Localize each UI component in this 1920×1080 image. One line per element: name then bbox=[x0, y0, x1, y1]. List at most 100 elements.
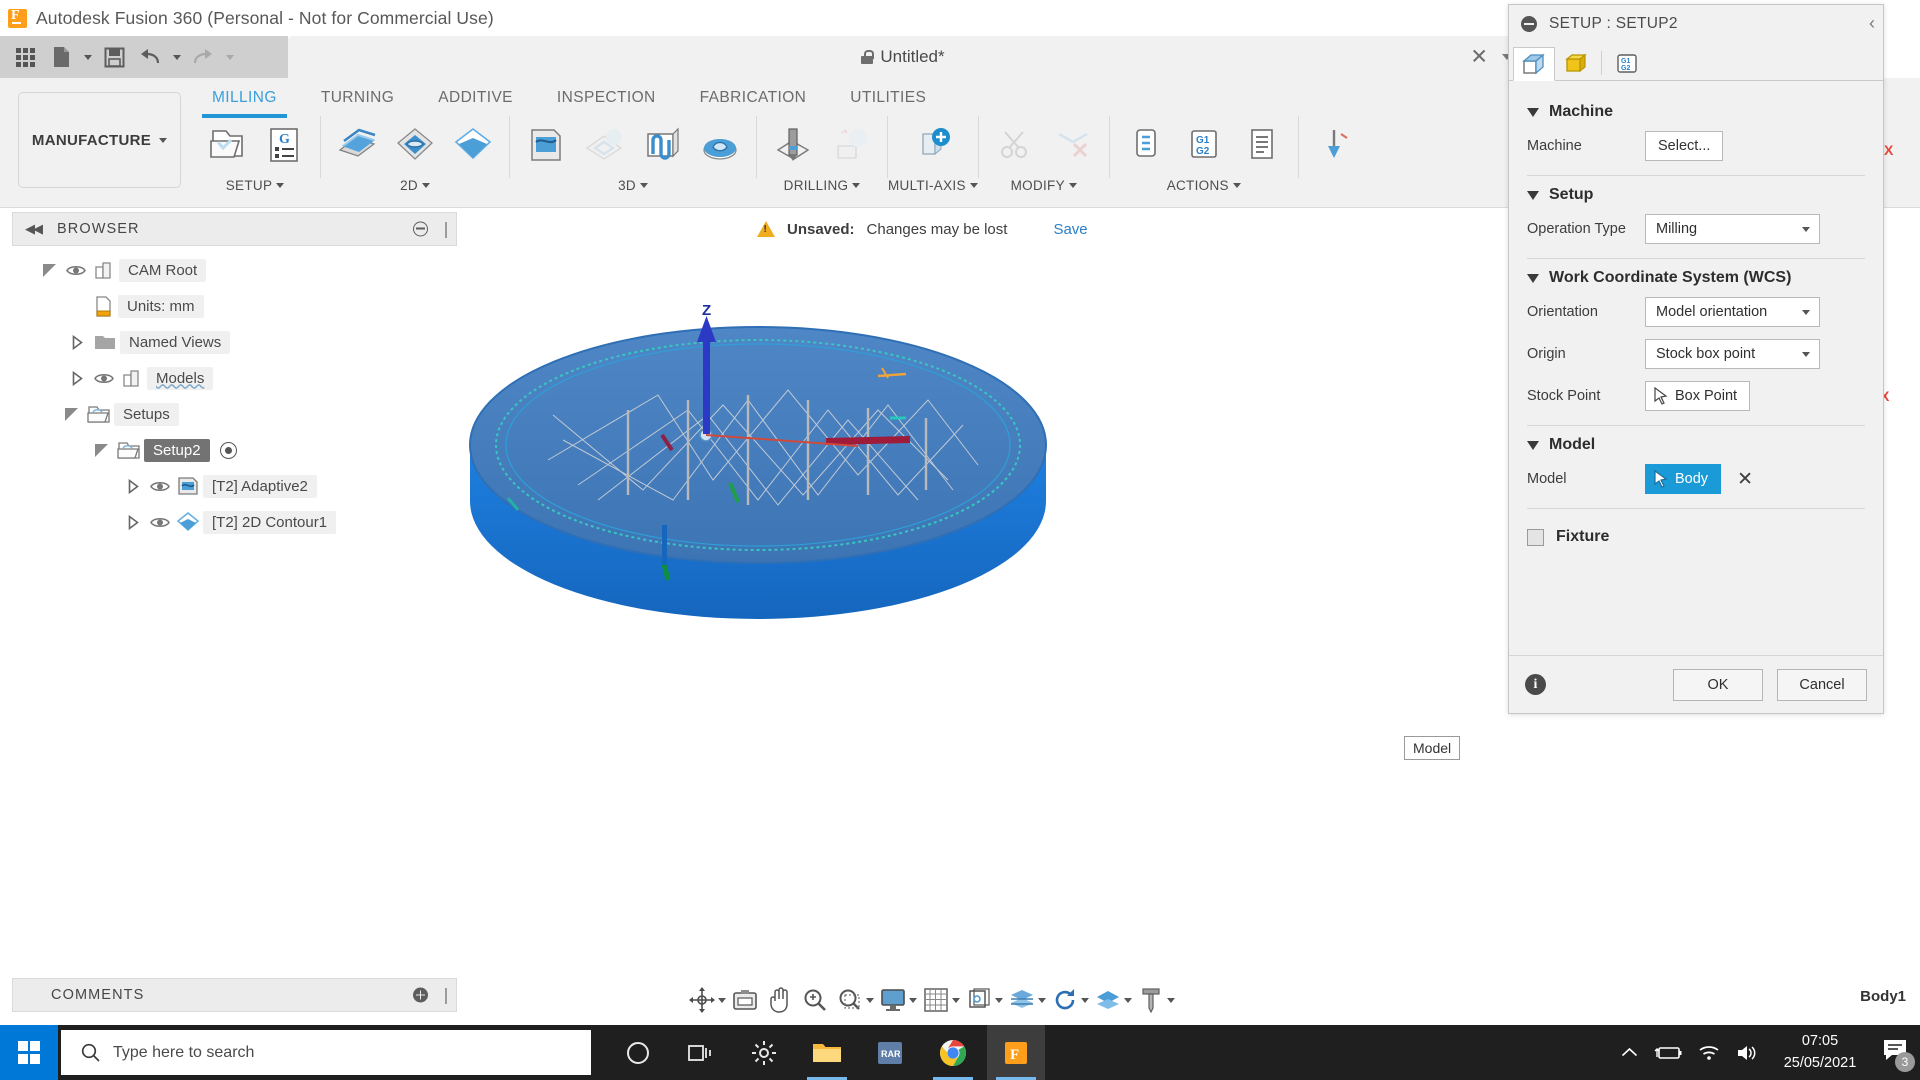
winrar-button[interactable]: RAR bbox=[861, 1025, 919, 1080]
post-process-tab[interactable]: G1 G2 bbox=[1606, 46, 1648, 80]
notification-icon[interactable]: 3 bbox=[1882, 1038, 1915, 1072]
tree-node-setups[interactable]: Setups bbox=[12, 396, 457, 432]
visual-style-button[interactable] bbox=[1092, 980, 1132, 1020]
taskbar-clock[interactable]: 07:05 25/05/2021 bbox=[1774, 1031, 1866, 1073]
save-button[interactable] bbox=[97, 40, 131, 74]
trim-button[interactable] bbox=[987, 114, 1043, 176]
twisty-right-icon[interactable] bbox=[64, 360, 90, 396]
collapse-left-icon[interactable]: ◀◀ bbox=[25, 221, 43, 237]
close-icon[interactable]: ✕ bbox=[1470, 47, 1488, 68]
section-machine-header[interactable]: Machine bbox=[1527, 103, 1865, 121]
chevron-down-icon[interactable] bbox=[866, 997, 874, 1003]
bore-button[interactable] bbox=[823, 114, 879, 176]
undo-caret[interactable] bbox=[169, 40, 184, 74]
orientation-select[interactable]: Model orientation bbox=[1645, 297, 1820, 327]
layers-button[interactable] bbox=[1006, 980, 1046, 1020]
ribbon-group-label[interactable]: MULTI-AXIS bbox=[888, 178, 978, 193]
contour-2d-button[interactable] bbox=[445, 114, 501, 176]
pocket-clearing-button[interactable] bbox=[576, 114, 632, 176]
twisty-right-icon[interactable] bbox=[120, 504, 146, 540]
browser-collapse-button[interactable] bbox=[413, 221, 428, 237]
tree-node-units[interactable]: Units: mm bbox=[12, 288, 457, 324]
tab-additive[interactable]: ADDITIVE bbox=[416, 84, 535, 112]
grid-snap-button[interactable] bbox=[920, 980, 960, 1020]
new-document-button[interactable] bbox=[44, 40, 78, 74]
section-wcs-header[interactable]: Work Coordinate System (WCS) bbox=[1527, 269, 1865, 287]
info-icon[interactable]: i bbox=[1525, 674, 1546, 695]
twisty-down-icon[interactable] bbox=[36, 252, 62, 288]
speaker-icon[interactable] bbox=[1736, 1044, 1758, 1062]
visibility-eye-icon[interactable] bbox=[146, 468, 173, 504]
chevron-down-icon[interactable] bbox=[952, 997, 960, 1003]
section-model-header[interactable]: Model bbox=[1527, 436, 1865, 454]
start-button[interactable] bbox=[0, 1025, 58, 1080]
fit-button[interactable] bbox=[834, 980, 874, 1020]
file-explorer-button[interactable] bbox=[798, 1025, 856, 1080]
adaptive-3d-button[interactable] bbox=[518, 114, 574, 176]
chevron-up-icon[interactable] bbox=[1621, 1047, 1638, 1059]
scallop-button[interactable] bbox=[692, 114, 748, 176]
twisty-right-icon[interactable] bbox=[64, 324, 90, 360]
undo-button[interactable] bbox=[133, 40, 167, 74]
tab-utilities[interactable]: UTILITIES bbox=[828, 84, 948, 112]
ribbon-group-label[interactable]: 3D bbox=[618, 178, 648, 193]
panel-resize-grip[interactable] bbox=[445, 988, 447, 1004]
wifi-icon[interactable] bbox=[1698, 1044, 1720, 1061]
viewport-canvas[interactable]: Z bbox=[458, 250, 1508, 980]
stock-tab[interactable] bbox=[1555, 46, 1597, 80]
model-body-button[interactable]: Body bbox=[1645, 464, 1722, 494]
tab-milling[interactable]: MILLING bbox=[190, 84, 299, 118]
twisty-down-icon[interactable] bbox=[88, 432, 114, 468]
minimize-dot-icon[interactable] bbox=[1521, 16, 1537, 32]
post-process-button[interactable]: G bbox=[256, 114, 312, 176]
chevron-down-icon[interactable] bbox=[909, 997, 917, 1003]
display-settings-button[interactable] bbox=[877, 980, 917, 1020]
orbit-button[interactable] bbox=[686, 980, 726, 1020]
tab-turning[interactable]: TURNING bbox=[299, 84, 416, 112]
cortana-button[interactable] bbox=[609, 1025, 667, 1080]
tree-node-setup2[interactable]: Setup2 bbox=[12, 432, 457, 468]
cancel-button[interactable]: Cancel bbox=[1777, 668, 1867, 701]
new-document-caret[interactable] bbox=[80, 40, 95, 74]
visibility-eye-icon[interactable] bbox=[90, 360, 117, 396]
tree-node-adaptive2[interactable]: [T2] Adaptive2 bbox=[12, 468, 457, 504]
delete-toolpath-button[interactable] bbox=[1045, 114, 1101, 176]
ribbon-group-label[interactable]: ACTIONS bbox=[1167, 178, 1241, 193]
refresh-button[interactable] bbox=[1049, 980, 1089, 1020]
operation-type-select[interactable]: Milling bbox=[1645, 214, 1820, 244]
fusion360-button[interactable]: F bbox=[987, 1025, 1045, 1080]
stock-point-button[interactable]: Box Point bbox=[1645, 381, 1751, 411]
search-input[interactable]: Type here to search bbox=[61, 1030, 591, 1075]
battery-charging-icon[interactable] bbox=[1654, 1045, 1682, 1061]
tree-node-models[interactable]: Models bbox=[12, 360, 457, 396]
tab-fabrication[interactable]: FABRICATION bbox=[678, 84, 829, 112]
twisty-right-icon[interactable] bbox=[120, 468, 146, 504]
origin-select[interactable]: Stock box point bbox=[1645, 339, 1820, 369]
redo-button[interactable] bbox=[186, 40, 220, 74]
simulate-button[interactable] bbox=[1118, 114, 1174, 176]
panel-resize-grip[interactable] bbox=[445, 222, 447, 238]
tree-node-2d-contour1[interactable]: [T2] 2D Contour1 bbox=[12, 504, 457, 540]
multi-axis-contour-button[interactable] bbox=[905, 114, 961, 176]
chevron-down-icon[interactable] bbox=[1167, 997, 1175, 1003]
look-at-button[interactable] bbox=[729, 980, 761, 1020]
settings-button[interactable] bbox=[735, 1025, 793, 1080]
visibility-eye-icon[interactable] bbox=[146, 504, 173, 540]
fixture-checkbox[interactable] bbox=[1527, 528, 1544, 546]
add-comment-icon[interactable] bbox=[413, 987, 428, 1003]
workspace-switcher[interactable]: MANUFACTURE bbox=[18, 92, 181, 188]
section-setup-header[interactable]: Setup bbox=[1527, 186, 1865, 204]
adaptive-clearing-button[interactable] bbox=[387, 114, 443, 176]
chevron-down-icon[interactable] bbox=[718, 997, 726, 1003]
face-button[interactable] bbox=[329, 114, 385, 176]
chevron-down-icon[interactable] bbox=[1124, 997, 1132, 1003]
document-tab[interactable]: Untitled* ✕ bbox=[288, 36, 1518, 78]
tree-node-cam-root[interactable]: CAM Root bbox=[12, 252, 457, 288]
ribbon-group-label[interactable]: 2D bbox=[400, 178, 430, 193]
chevron-down-icon[interactable] bbox=[1038, 997, 1046, 1003]
zoom-button[interactable] bbox=[799, 980, 831, 1020]
parallel-button[interactable] bbox=[634, 114, 690, 176]
new-setup-button[interactable] bbox=[198, 114, 254, 176]
effects-button[interactable] bbox=[1135, 980, 1175, 1020]
redo-caret[interactable] bbox=[222, 40, 237, 74]
